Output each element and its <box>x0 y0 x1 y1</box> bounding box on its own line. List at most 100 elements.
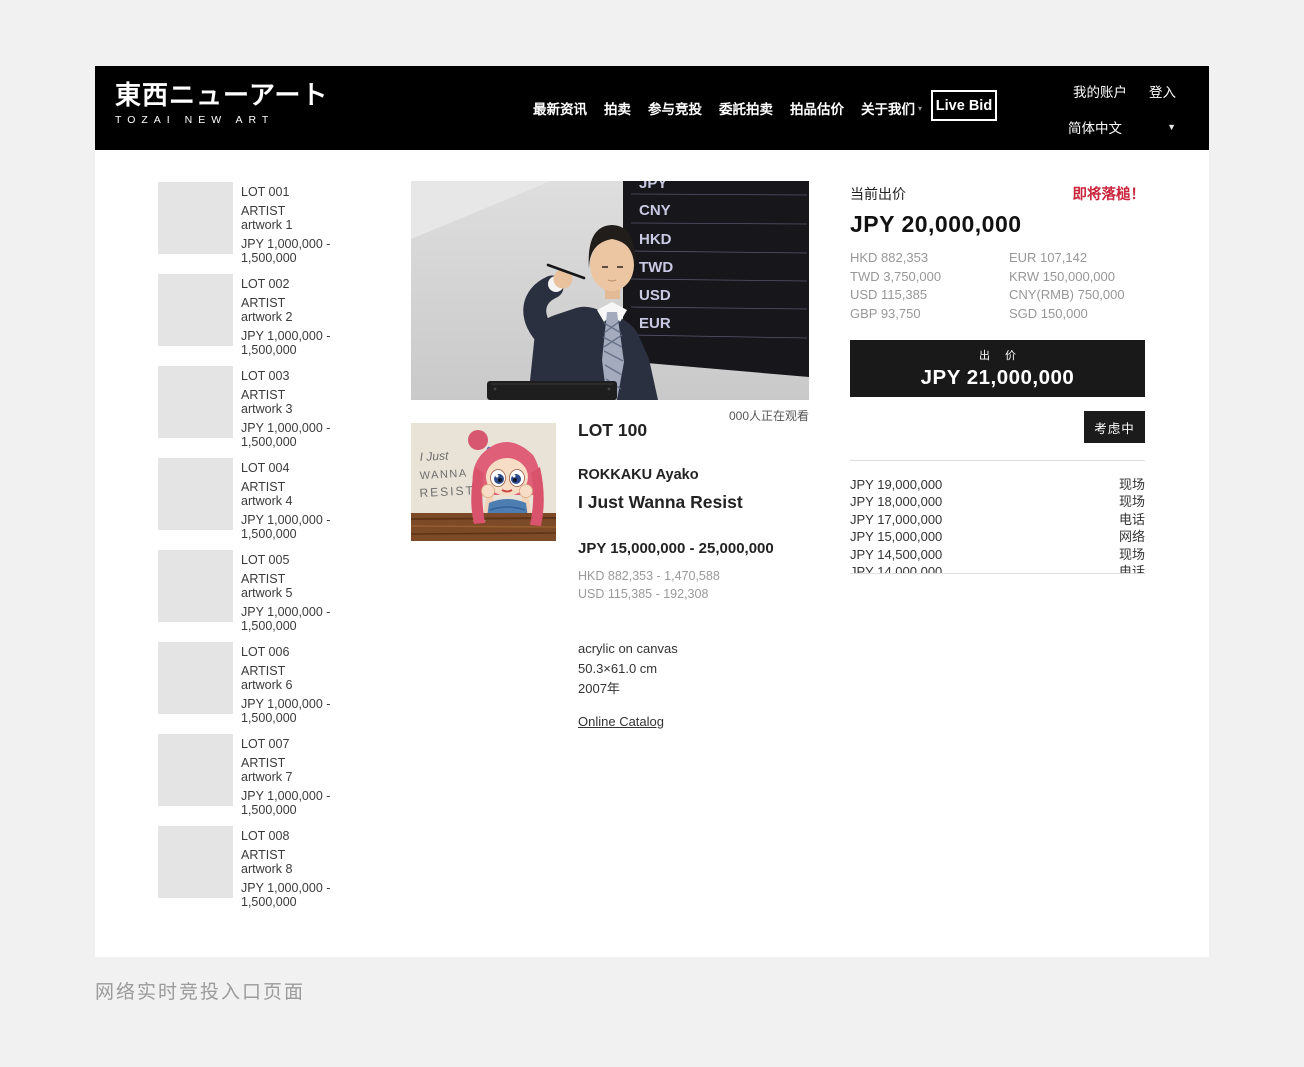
lot-artist: ARTIST <box>241 664 388 678</box>
lot-detail: LOT 100 ROKKAKU Ayako I Just Wanna Resis… <box>578 420 838 731</box>
bid-history-row: JPY 19,000,000 现场 <box>850 476 1145 493</box>
lot-text: LOT 006 ARTIST artwork 6 JPY 1,000,000 -… <box>241 642 388 714</box>
artwork-text-line2: WANNA <box>419 468 468 482</box>
screen-currency: TWD <box>639 259 673 276</box>
logo-sub-text: TOZAI NEW ART <box>115 114 328 126</box>
bid-source: 现场 <box>1119 476 1145 493</box>
lot-list-item-003[interactable]: LOT 003 ARTIST artwork 3 JPY 1,000,000 -… <box>158 366 388 438</box>
bid-source: 电话 <box>1119 563 1145 573</box>
lot-thumbnail <box>158 274 233 346</box>
current-bid-label: 当前出价 <box>850 184 906 204</box>
lot-thumbnail <box>158 458 233 530</box>
nav-item-news[interactable]: 最新资讯 <box>533 98 587 118</box>
lot-text: LOT 005 ARTIST artwork 5 JPY 1,000,000 -… <box>241 550 388 622</box>
lot-number: LOT 006 <box>241 645 388 659</box>
currency-screen: JPY CNY HKD TWD USD EUR <box>623 181 809 377</box>
lot-estimate: JPY 1,000,000 - 1,500,000 <box>241 237 388 265</box>
nav-item-label: 拍品估价 <box>790 98 844 118</box>
lot-artist: ARTIST <box>241 756 388 770</box>
detail-estimate-hkd: HKD 882,353 - 1,470,588 <box>578 567 838 585</box>
lot-list-item-004[interactable]: LOT 004 ARTIST artwork 4 JPY 1,000,000 -… <box>158 458 388 530</box>
lot-thumbnail <box>158 182 233 254</box>
logo-main-text: 東西ニューアート <box>115 80 328 110</box>
lot-number: LOT 005 <box>241 553 388 567</box>
current-bid-amount: JPY 20,000,000 <box>850 211 1145 238</box>
lot-number: LOT 003 <box>241 369 388 383</box>
screen-currency: CNY <box>639 202 671 219</box>
conversion: HKD 882,353 <box>850 249 1009 268</box>
screen-currency: HKD <box>639 231 672 248</box>
detail-medium: acrylic on canvas <box>578 639 838 659</box>
nav-item-label: 最新资讯 <box>533 98 587 118</box>
nav-item-label: 参与竞投 <box>648 98 702 118</box>
lot-number: LOT 004 <box>241 461 388 475</box>
bid-amount: JPY 14,500,000 <box>850 546 942 563</box>
bid-amount: JPY 14,000,000 <box>850 563 942 573</box>
chevron-down-icon: ▾ <box>918 104 922 113</box>
nav-item-valuation[interactable]: 拍品估价 <box>790 98 844 118</box>
my-account-link[interactable]: 我的账户 <box>1073 81 1127 101</box>
screen-currency-partial: JPY <box>639 181 667 192</box>
lot-thumbnail <box>158 826 233 898</box>
lot-list-item-005[interactable]: LOT 005 ARTIST artwork 5 JPY 1,000,000 -… <box>158 550 388 622</box>
conversions-right: EUR 107,142 KRW 150,000,000 CNY(RMB) 750… <box>1009 249 1125 323</box>
lot-title: artwork 2 <box>241 310 388 324</box>
lot-number: LOT 007 <box>241 737 388 751</box>
bid-amount: JPY 15,000,000 <box>850 528 942 545</box>
login-link[interactable]: 登入 <box>1149 81 1176 101</box>
main-nav: 最新资讯 拍卖 参与竞投 委託拍卖 拍品估价 关于我们 ▾ <box>533 66 922 150</box>
bid-history-row: JPY 15,000,000 网络 <box>850 528 1145 545</box>
lot-artist: ARTIST <box>241 204 388 218</box>
site-header: 東西ニューアート TOZAI NEW ART 最新资讯 拍卖 参与竞投 委託拍卖… <box>95 66 1209 150</box>
lot-estimate: JPY 1,000,000 - 1,500,000 <box>241 697 388 725</box>
lot-estimate: JPY 1,000,000 - 1,500,000 <box>241 881 388 909</box>
auction-room-photo: JPY CNY HKD TWD USD EUR <box>411 181 809 400</box>
artwork-image[interactable]: I Just WANNA RESIST <box>411 423 556 541</box>
lot-list-item-001[interactable]: LOT 001 ARTIST artwork 1 JPY 1,000,000 -… <box>158 182 388 254</box>
live-bid-button[interactable]: Live Bid <box>931 90 997 121</box>
lot-list-item-007[interactable]: LOT 007 ARTIST artwork 7 JPY 1,000,000 -… <box>158 734 388 806</box>
lot-number: LOT 001 <box>241 185 388 199</box>
lot-thumbnail <box>158 642 233 714</box>
nav-item-label: 委託拍卖 <box>719 98 773 118</box>
detail-year: 2007年 <box>578 679 838 699</box>
online-catalog-link[interactable]: Online Catalog <box>578 714 664 729</box>
lot-text: LOT 004 ARTIST artwork 4 JPY 1,000,000 -… <box>241 458 388 530</box>
lot-title: artwork 8 <box>241 862 388 876</box>
detail-estimate-jpy: JPY 15,000,000 - 25,000,000 <box>578 540 838 557</box>
live-auction-card: 東西ニューアート TOZAI NEW ART 最新资讯 拍卖 参与竞投 委託拍卖… <box>95 66 1209 957</box>
page-caption: 网络实时竞投入口页面 <box>95 977 305 1004</box>
nav-item-label: 关于我们 <box>861 98 915 118</box>
detail-title: I Just Wanna Resist <box>578 492 838 513</box>
lot-estimate: JPY 1,000,000 - 1,500,000 <box>241 329 388 357</box>
bid-button-amount: JPY 21,000,000 <box>921 366 1075 390</box>
detail-estimate-usd: USD 115,385 - 192,308 <box>578 585 838 603</box>
bid-history: JPY 19,000,000 现场 JPY 18,000,000 现场 JPY … <box>850 461 1145 573</box>
conversion: SGD 150,000 <box>1009 305 1125 324</box>
nav-item-consign[interactable]: 委託拍卖 <box>719 98 773 118</box>
podium-monitor <box>487 381 617 400</box>
bid-history-row: JPY 14,000,000 电话 <box>850 563 1145 573</box>
lot-title: artwork 3 <box>241 402 388 416</box>
language-caret-icon[interactable]: ▼ <box>1167 122 1176 132</box>
site-logo[interactable]: 東西ニューアート TOZAI NEW ART <box>115 80 328 126</box>
lot-artist: ARTIST <box>241 480 388 494</box>
place-bid-button[interactable]: 出 价 JPY 21,000,000 <box>850 340 1145 397</box>
language-selector[interactable]: 简体中文 <box>1068 117 1122 137</box>
currency-conversions: HKD 882,353 TWD 3,750,000 USD 115,385 GB… <box>850 249 1145 323</box>
lot-artist: ARTIST <box>241 572 388 586</box>
detail-artist: ROKKAKU Ayako <box>578 467 838 483</box>
lot-title: artwork 1 <box>241 218 388 232</box>
lot-list-item-006[interactable]: LOT 006 ARTIST artwork 6 JPY 1,000,000 -… <box>158 642 388 714</box>
bid-amount: JPY 17,000,000 <box>850 511 942 528</box>
nav-item-about[interactable]: 关于我们 ▾ <box>861 98 922 118</box>
lot-estimate: JPY 1,000,000 - 1,500,000 <box>241 605 388 633</box>
lot-list-item-002[interactable]: LOT 002 ARTIST artwork 2 JPY 1,000,000 -… <box>158 274 388 346</box>
lot-list-item-008[interactable]: LOT 008 ARTIST artwork 8 JPY 1,000,000 -… <box>158 826 388 898</box>
lot-text: LOT 007 ARTIST artwork 7 JPY 1,000,000 -… <box>241 734 388 806</box>
artwork-text-line1: I Just <box>419 449 449 465</box>
nav-item-auctions[interactable]: 拍卖 <box>604 98 631 118</box>
considering-button[interactable]: 考虑中 <box>1084 411 1145 443</box>
nav-item-bidding[interactable]: 参与竞投 <box>648 98 702 118</box>
bid-panel: 当前出价 即将落槌！ JPY 20,000,000 HKD 882,353 TW… <box>850 183 1145 574</box>
